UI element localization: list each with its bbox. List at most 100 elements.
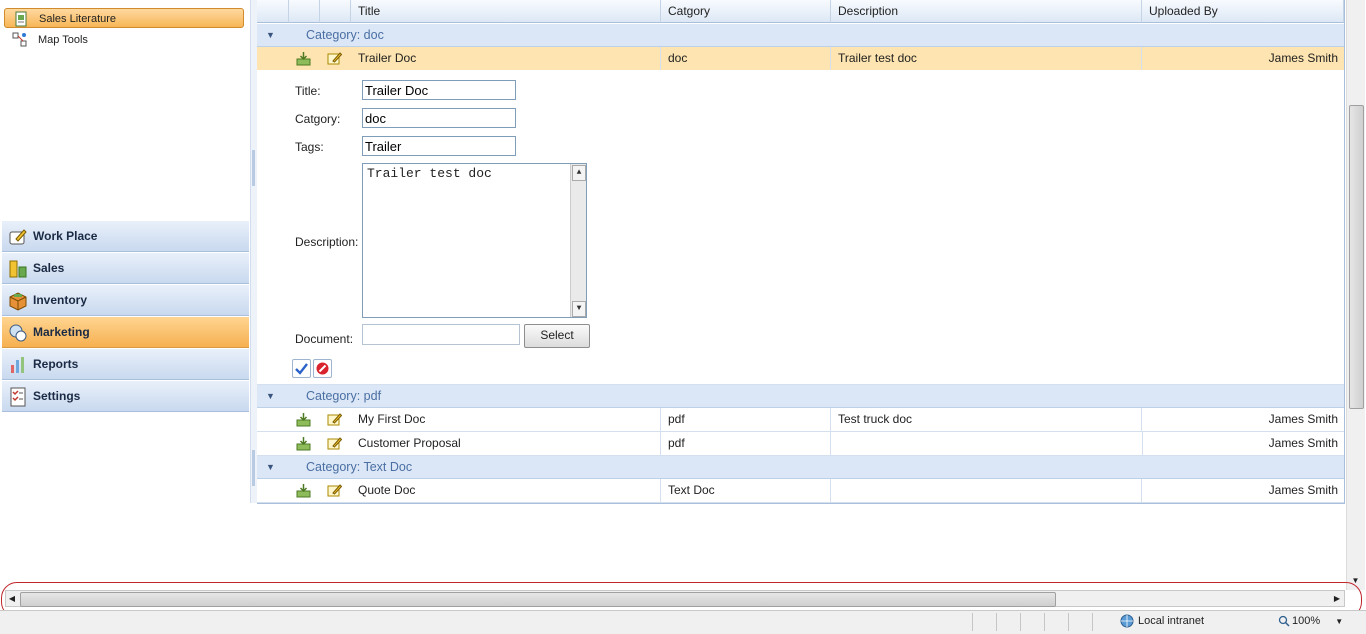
header-edit-col [320,0,351,23]
table-row[interactable]: Customer Proposal pdf James Smith [257,432,1344,456]
nav-marketing[interactable]: Marketing [2,317,249,348]
cell-uploaded-by: James Smith [1142,432,1344,455]
group-row-doc[interactable]: ▼ Category: doc [257,24,1344,47]
work-place-icon [9,229,27,245]
cell-description: Test truck doc [831,408,1142,431]
save-check-button[interactable] [292,359,311,378]
cell-title: Quote Doc [351,479,661,502]
collapse-arrow-icon[interactable]: ▼ [266,456,278,478]
inventory-box-icon [9,292,27,311]
splitter-grip[interactable] [252,450,255,486]
tags-label: Tags: [295,140,324,154]
cell-category: doc [661,47,831,70]
sub-item-label: Map Tools [38,34,88,46]
column-header-description[interactable]: Description [831,0,1142,23]
checkmark-icon [295,363,308,375]
description-label: Description: [295,235,359,249]
status-separator [996,613,1017,631]
page-vertical-scrollbar[interactable]: ▼ [1346,0,1365,590]
cell-uploaded-by: James Smith [1268,483,1338,497]
cell-category: pdf [661,432,831,455]
title-label: Title: [295,84,321,98]
column-header-title[interactable]: Title [351,0,661,23]
edit-icon[interactable] [327,436,342,451]
sub-item-sales-literature[interactable]: Sales Literature [4,8,244,28]
browser-status-bar: Local intranet 100% ▼ [0,610,1366,634]
marketing-icon [9,324,27,342]
column-header-uploaded-by[interactable]: Uploaded By [1142,0,1344,23]
collapse-arrow-icon[interactable]: ▼ [266,385,278,407]
status-separator [1044,613,1065,631]
document-input[interactable] [362,324,520,345]
scroll-down-arrow-icon[interactable]: ▼ [1349,574,1362,588]
scroll-down-arrow-icon[interactable]: ▼ [572,301,586,317]
textarea-scrollbar[interactable]: ▲ ▼ [570,164,586,317]
nav-work-place[interactable]: Work Place [2,221,249,252]
cell-title: Trailer Doc [351,47,661,70]
group-row-text-doc[interactable]: ▼ Category: Text Doc [257,456,1344,479]
cell-category: Text Doc [661,479,831,502]
cell-title: Customer Proposal [351,432,661,455]
cancel-button[interactable] [313,359,332,378]
edit-icon[interactable] [327,412,342,427]
download-icon[interactable] [296,436,311,451]
nav-label: Reports [33,357,79,371]
description-textarea[interactable]: Trailer test doc ▲ ▼ [362,163,587,318]
nav-settings[interactable]: Settings [2,381,249,412]
cell-title: My First Doc [351,408,661,431]
vertical-scroll-thumb[interactable] [1349,105,1364,409]
scroll-up-arrow-icon[interactable]: ▲ [572,165,586,181]
select-button[interactable]: Select [524,324,590,348]
category-input[interactable] [362,108,516,128]
document-label: Document: [295,332,354,346]
map-tools-icon [12,32,27,47]
download-icon[interactable] [296,483,311,498]
collapse-arrow-icon[interactable]: ▼ [266,24,278,46]
zoom-control[interactable]: 100% ▼ [1278,611,1343,631]
header-download-col [289,0,320,23]
nav-reports[interactable]: Reports [2,349,249,380]
cell-description [831,479,1142,502]
sub-item-label: Sales Literature [39,13,117,25]
zone-label: Local intranet [1138,615,1205,627]
edit-icon[interactable] [327,51,342,66]
security-zone[interactable]: Local intranet [1120,611,1204,631]
scroll-right-arrow-icon[interactable]: ▶ [1331,592,1343,605]
nav-label: Work Place [33,229,98,243]
group-label: Category: pdf [306,389,382,403]
left-navigation-panel: Sales Literature Map Tools Work Place Sa… [0,0,251,412]
sales-icon [9,260,27,278]
title-input[interactable] [362,80,516,100]
horizontal-scroll-thumb[interactable] [20,592,1056,607]
page-horizontal-scrollbar[interactable]: ◀ ▶ [5,590,1345,607]
reports-chart-icon [11,357,24,373]
table-row[interactable]: Quote Doc Text Doc James Smith [257,479,1344,503]
download-icon[interactable] [296,51,311,66]
chevron-down-icon[interactable]: ▼ [1335,617,1343,626]
splitter-grip[interactable] [252,150,255,186]
globe-icon [1120,614,1134,628]
nav-inventory[interactable]: Inventory [2,285,249,316]
table-row[interactable]: Trailer Doc doc Trailer test doc James S… [257,47,1344,71]
tags-input[interactable] [362,136,516,156]
header-expand-col [257,0,289,23]
nav-label: Settings [33,389,81,403]
status-separator [1092,613,1113,631]
panel-splitter[interactable] [250,0,257,503]
edit-icon[interactable] [327,483,342,498]
nav-label: Sales [33,261,65,275]
settings-checklist-icon [10,387,26,407]
sub-item-map-tools[interactable]: Map Tools [4,30,244,50]
documents-grid: Title Catgory Description Uploaded By ▼ … [257,0,1345,504]
group-row-pdf[interactable]: ▼ Category: pdf [257,385,1344,408]
scroll-left-arrow-icon[interactable]: ◀ [6,592,18,605]
table-row[interactable]: My First Doc pdf Test truck doc James Sm… [257,408,1344,432]
column-header-category[interactable]: Catgory [661,0,831,23]
document-icon [15,11,27,27]
zoom-label: 100% [1292,615,1321,627]
nav-label: Marketing [33,325,90,339]
nav-sales[interactable]: Sales [2,253,249,284]
download-icon[interactable] [296,412,311,427]
status-separator [1068,613,1089,631]
group-label: Category: doc [306,28,384,42]
